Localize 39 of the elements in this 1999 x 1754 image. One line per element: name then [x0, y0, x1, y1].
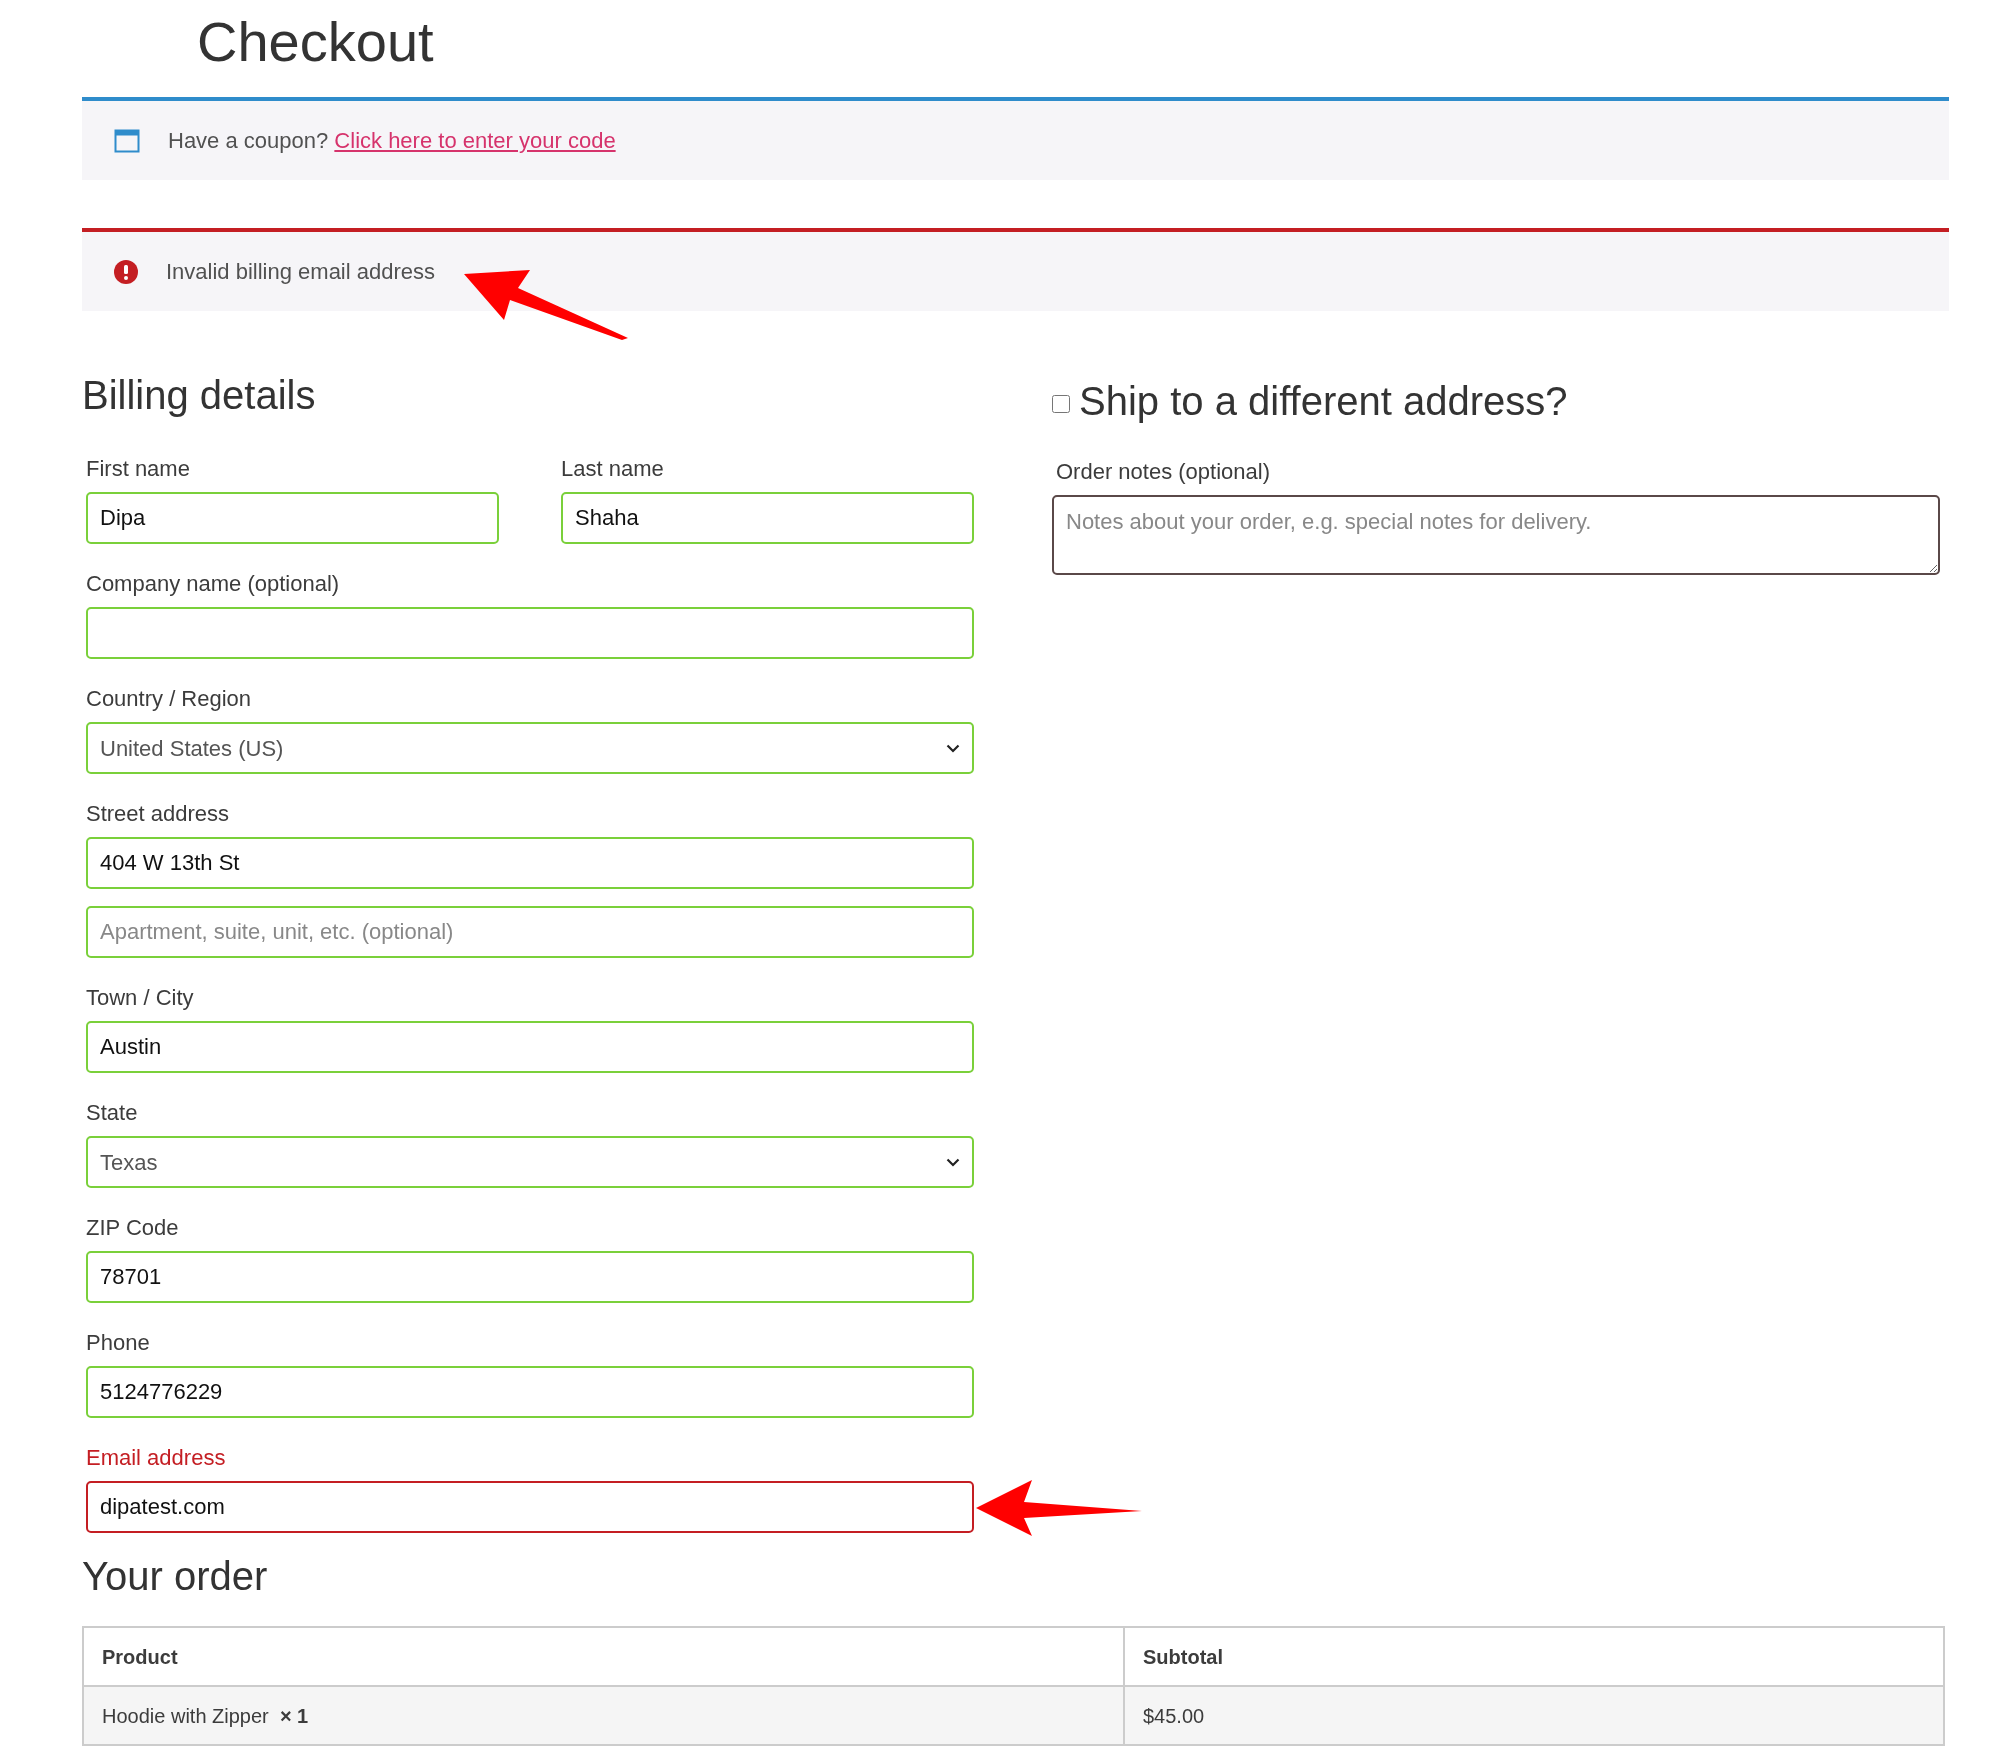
field-label: First name: [86, 455, 191, 483]
page-title: Checkout: [197, 9, 435, 75]
checkbox[interactable]: [1052, 395, 1070, 413]
field-label: Phone: [86, 1329, 151, 1357]
field-label: Street address: [86, 800, 231, 828]
field-label: State: [86, 1099, 139, 1127]
notice-text: Invalid billing email address: [166, 258, 436, 286]
field-label: ZIP Code: [86, 1214, 180, 1242]
input-field[interactable]: 78701: [86, 1251, 974, 1303]
input-field[interactable]: Apartment, suite, unit, etc. (optional): [86, 906, 974, 958]
field-label: Company name (optional): [86, 570, 341, 598]
notes-field[interactable]: Notes about your order, e.g. special notes for delivery.: [1052, 495, 1940, 575]
section-heading: Ship to a different address?: [1079, 378, 1568, 425]
table-cell: $45.00: [1124, 1686, 1944, 1745]
chevron-down-icon: [946, 743, 960, 753]
field-label: Order notes (optional): [1056, 458, 1271, 486]
section-heading: Billing details: [82, 372, 317, 419]
field-label: Town / City: [86, 984, 195, 1012]
input-field[interactable]: Shaha: [561, 492, 974, 544]
input-field[interactable]: dipatest.com: [86, 1481, 974, 1533]
column-header: Product: [83, 1627, 1124, 1686]
chevron-down-icon: [946, 1157, 960, 1167]
input-field[interactable]: Austin: [86, 1021, 974, 1073]
input-field[interactable]: 404 W 13th St: [86, 837, 974, 889]
input-field[interactable]: Dipa: [86, 492, 499, 544]
field-label: Country / Region: [86, 685, 253, 713]
field-label: Last name: [561, 455, 665, 483]
window-icon: [114, 128, 140, 153]
select-field[interactable]: Texas: [86, 1136, 974, 1188]
coupon-link[interactable]: Click here to enter your code: [334, 128, 616, 153]
field-label: Email address: [86, 1444, 227, 1472]
table-cell: Hoodie with Zipper × 1: [83, 1686, 1124, 1745]
column-header: Subtotal: [1124, 1627, 1944, 1686]
section-heading: Your order: [82, 1553, 269, 1600]
select-field[interactable]: United States (US): [86, 722, 974, 774]
notice-text: Have a coupon? Click here to enter your code: [168, 127, 616, 155]
input-field[interactable]: 5124776229: [86, 1366, 974, 1418]
input-field[interactable]: [86, 607, 974, 659]
error-icon: [114, 259, 138, 284]
